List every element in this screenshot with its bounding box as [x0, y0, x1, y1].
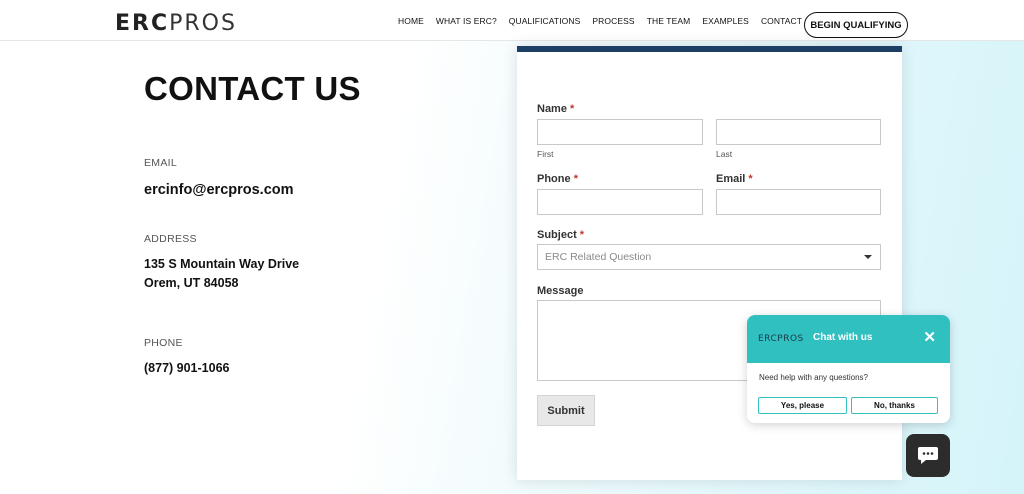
nav-contact[interactable]: CONTACT: [761, 16, 802, 26]
nav-what-is-erc[interactable]: WHAT IS ERC?: [436, 16, 497, 26]
last-sublabel: Last: [716, 149, 733, 159]
address-line-1: 135 S Mountain Way Drive: [144, 257, 300, 271]
required-mark: *: [748, 173, 753, 185]
subject-label-text: Subject: [537, 229, 577, 241]
address-label: ADDRESS: [144, 233, 197, 245]
page-title: CONTACT US: [144, 70, 361, 107]
subject-selected-value: ERC Related Question: [545, 251, 652, 263]
nav-home[interactable]: HOME: [398, 16, 424, 26]
subject-select[interactable]: ERC Related Question: [537, 244, 881, 270]
email-value[interactable]: ercinfo@ercpros.com: [144, 182, 294, 198]
chat-header: ERCPROS Chat with us ✕: [747, 315, 950, 363]
yes-please-button[interactable]: Yes, please: [758, 397, 847, 414]
chevron-down-icon: [864, 255, 872, 259]
phone-field-label: Phone *: [537, 173, 578, 185]
nav-qualifications[interactable]: QUALIFICATIONS: [509, 16, 581, 26]
first-name-input[interactable]: [537, 119, 703, 145]
required-mark: *: [570, 103, 575, 115]
message-label: Message: [537, 285, 584, 297]
phone-input[interactable]: [537, 189, 703, 215]
main-nav: HOME WHAT IS ERC? QUALIFICATIONS PROCESS…: [398, 0, 814, 41]
email-label: EMAIL: [144, 157, 178, 169]
address-line-2: Orem, UT 84058: [144, 276, 239, 290]
site-header: ERCPROS HOME WHAT IS ERC? QUALIFICATIONS…: [0, 0, 1024, 41]
name-label: Name *: [537, 103, 574, 115]
chat-popup: ERCPROS Chat with us ✕ Need help with an…: [747, 315, 950, 423]
submit-button[interactable]: Submit: [537, 395, 595, 426]
site-logo[interactable]: ERCPROS: [115, 12, 237, 36]
phone-value[interactable]: (877) 901-1066: [144, 359, 229, 378]
nav-examples[interactable]: EXAMPLES: [702, 16, 749, 26]
chat-message: Need help with any questions?: [759, 373, 868, 382]
logo-part-erc: ERC: [115, 11, 170, 36]
chat-launcher-button[interactable]: [906, 434, 950, 477]
first-sublabel: First: [537, 149, 554, 159]
begin-qualifying-button[interactable]: BEGIN QUALIFYING: [804, 12, 908, 38]
no-thanks-button[interactable]: No, thanks: [851, 397, 938, 414]
nav-the-team[interactable]: THE TEAM: [647, 16, 691, 26]
logo-part-pros: PROS: [169, 11, 237, 36]
name-label-text: Name: [537, 103, 567, 115]
required-mark: *: [573, 173, 578, 185]
email-field-label: Email *: [716, 173, 753, 185]
email-field-label-text: Email: [716, 173, 746, 185]
phone-field-label-text: Phone: [537, 173, 571, 185]
phone-label: PHONE: [144, 337, 183, 349]
chat-logo: ERCPROS: [758, 334, 804, 344]
chat-bubble-icon: [918, 446, 938, 464]
chat-title: Chat with us: [813, 332, 873, 343]
nav-process[interactable]: PROCESS: [592, 16, 634, 26]
email-input[interactable]: [716, 189, 881, 215]
close-icon[interactable]: ✕: [923, 329, 936, 347]
subject-label: Subject *: [537, 229, 584, 241]
last-name-input[interactable]: [716, 119, 881, 145]
required-mark: *: [579, 229, 585, 241]
